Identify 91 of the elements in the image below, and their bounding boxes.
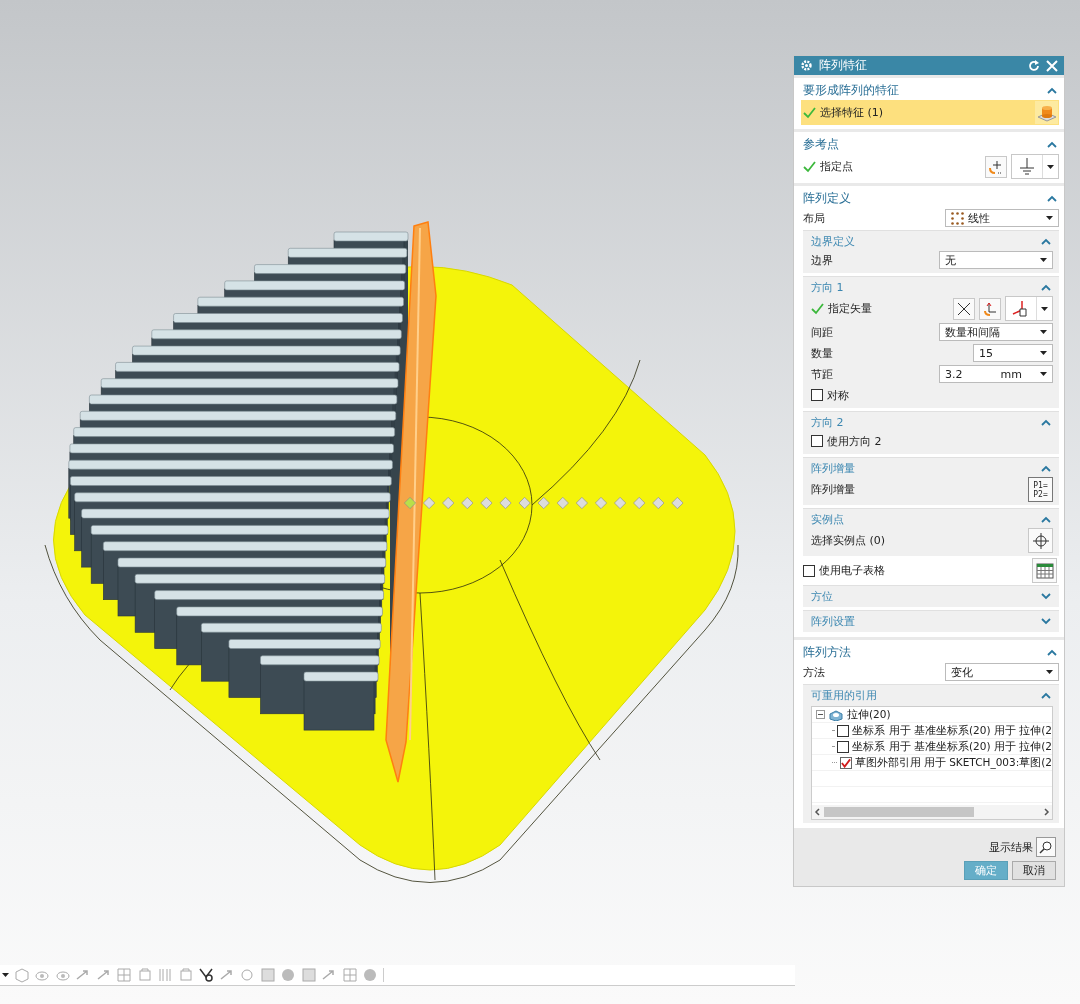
caret-icon	[1040, 258, 1047, 262]
subsection-title[interactable]: 阵列增量	[811, 460, 855, 476]
dialog-title: 阵列特征	[819, 57, 867, 74]
checkbox-option[interactable]: 对称	[811, 387, 849, 403]
dropdown-field[interactable]: 线性	[945, 209, 1059, 227]
caret-icon	[1047, 164, 1054, 169]
checkbox[interactable]	[837, 724, 850, 737]
field-label: 间距	[811, 324, 833, 340]
reset-icon[interactable]	[1028, 59, 1040, 72]
expand-icon[interactable]	[1041, 592, 1051, 600]
selection-row[interactable]: 指定矢量	[811, 296, 1053, 321]
subsection-title[interactable]: 方位	[811, 588, 833, 604]
field-label: 数量	[811, 345, 833, 361]
ground-symbol-icon	[1017, 156, 1037, 177]
checkbox[interactable]	[839, 756, 852, 769]
collapse-icon[interactable]	[1047, 140, 1057, 148]
crosshair-button[interactable]	[1028, 528, 1053, 553]
dropdown-field[interactable]: 无	[939, 251, 1053, 269]
selection-row[interactable]: 选择实例点 (0)	[811, 528, 1053, 553]
caret-icon	[1046, 216, 1053, 220]
expand-icon[interactable]	[1041, 617, 1051, 625]
horizontal-scrollbar[interactable]	[812, 805, 1052, 819]
caret-icon	[1041, 306, 1048, 311]
checkbox-option[interactable]: 使用电子表格	[803, 563, 885, 578]
point-dialog-button[interactable]	[985, 155, 1007, 178]
preview-label: 显示结果	[989, 839, 1033, 855]
cancel-button[interactable]: 取消	[1012, 861, 1056, 880]
point-type-dropdown[interactable]	[1011, 154, 1059, 179]
subsection-title[interactable]: 阵列设置	[811, 613, 855, 629]
field-label: 边界	[811, 252, 833, 268]
collapse-icon[interactable]	[1041, 515, 1051, 523]
dropdown-field[interactable]: 15	[973, 344, 1053, 362]
preview-button[interactable]	[1036, 837, 1056, 857]
dropdown-field[interactable]: 数量和间隔	[939, 323, 1053, 341]
collapse-icon[interactable]	[1047, 648, 1057, 656]
table-grid-icon	[1035, 561, 1054, 580]
settings-icon[interactable]	[800, 59, 813, 72]
selection-label: 指定点	[820, 159, 853, 174]
checkbox[interactable]	[837, 740, 850, 753]
selection-label: 指定矢量	[828, 301, 872, 316]
caret-icon	[1040, 372, 1047, 376]
point-plus-icon	[988, 158, 1004, 175]
selection-row[interactable]: 选择特征 (1)	[801, 100, 1059, 125]
dropdown-field[interactable]: 变化	[945, 663, 1059, 681]
dot-grid-icon	[951, 211, 964, 225]
caret-icon	[1040, 351, 1047, 355]
caret-icon	[2, 973, 9, 977]
vector-type-dropdown[interactable]	[1005, 296, 1053, 321]
feature-select-button[interactable]	[1034, 100, 1059, 125]
arrow-icon[interactable]	[75, 967, 91, 983]
collapse-icon[interactable]	[1047, 86, 1057, 94]
collapse-toggle[interactable]	[816, 710, 825, 719]
field-label: 阵列增量	[811, 482, 855, 497]
section-title[interactable]: 要形成阵列的特征	[803, 82, 899, 98]
tree-item[interactable]: 草图外部引用 用于 SKETCH_003:草图(2	[854, 755, 1052, 770]
collapse-icon[interactable]	[1041, 283, 1051, 291]
collapse-icon[interactable]	[1041, 237, 1051, 245]
section-title[interactable]: 阵列方法	[803, 644, 851, 660]
field-label: 布局	[803, 210, 825, 226]
dropdown-field[interactable]: 3.2 mm	[939, 365, 1053, 383]
selection-row[interactable]: 指定点	[803, 154, 1059, 179]
selection-label: 选择特征 (1)	[820, 105, 884, 120]
arrow-icon[interactable]	[321, 967, 337, 983]
tree-item[interactable]: 坐标系 用于 基准坐标系(20) 用于 拉伸(2	[852, 723, 1052, 738]
section-title[interactable]: 阵列定义	[803, 190, 851, 206]
increment-button[interactable]: P1= P2=	[1028, 477, 1053, 502]
selection-label: 选择实例点 (0)	[811, 533, 886, 548]
collapse-icon[interactable]	[1041, 691, 1051, 699]
field-label: 方法	[803, 664, 825, 680]
caret-icon	[1040, 330, 1047, 334]
field-label: 节距	[811, 366, 833, 382]
collapse-icon[interactable]	[1041, 418, 1051, 426]
tree-item[interactable]: 坐标系 用于 基准坐标系(20) 用于 拉伸(2	[852, 739, 1052, 754]
caret-icon	[1046, 670, 1053, 674]
collapse-icon[interactable]	[1047, 194, 1057, 202]
magnifier-icon	[1039, 840, 1053, 854]
subsection-title[interactable]: 实例点	[811, 511, 844, 527]
subsection-title[interactable]: 可重用的引用	[811, 687, 877, 703]
arrow-icon[interactable]	[95, 967, 112, 983]
axis-icon	[982, 300, 998, 317]
subsection-title[interactable]: 方向 2	[811, 414, 844, 430]
collapse-icon[interactable]	[1041, 464, 1051, 472]
section-title[interactable]: 参考点	[803, 136, 839, 152]
subsection-title[interactable]: 方向 1	[811, 279, 844, 295]
tree-item[interactable]: 拉伸(20)	[847, 707, 891, 722]
close-icon[interactable]	[1046, 59, 1058, 72]
spreadsheet-button[interactable]	[1032, 558, 1057, 583]
cross-arrows-icon	[956, 300, 972, 317]
checkbox-option[interactable]: 使用方向 2	[811, 433, 882, 449]
crosshair-icon	[1031, 531, 1050, 550]
subsection-title[interactable]: 边界定义	[811, 233, 855, 249]
